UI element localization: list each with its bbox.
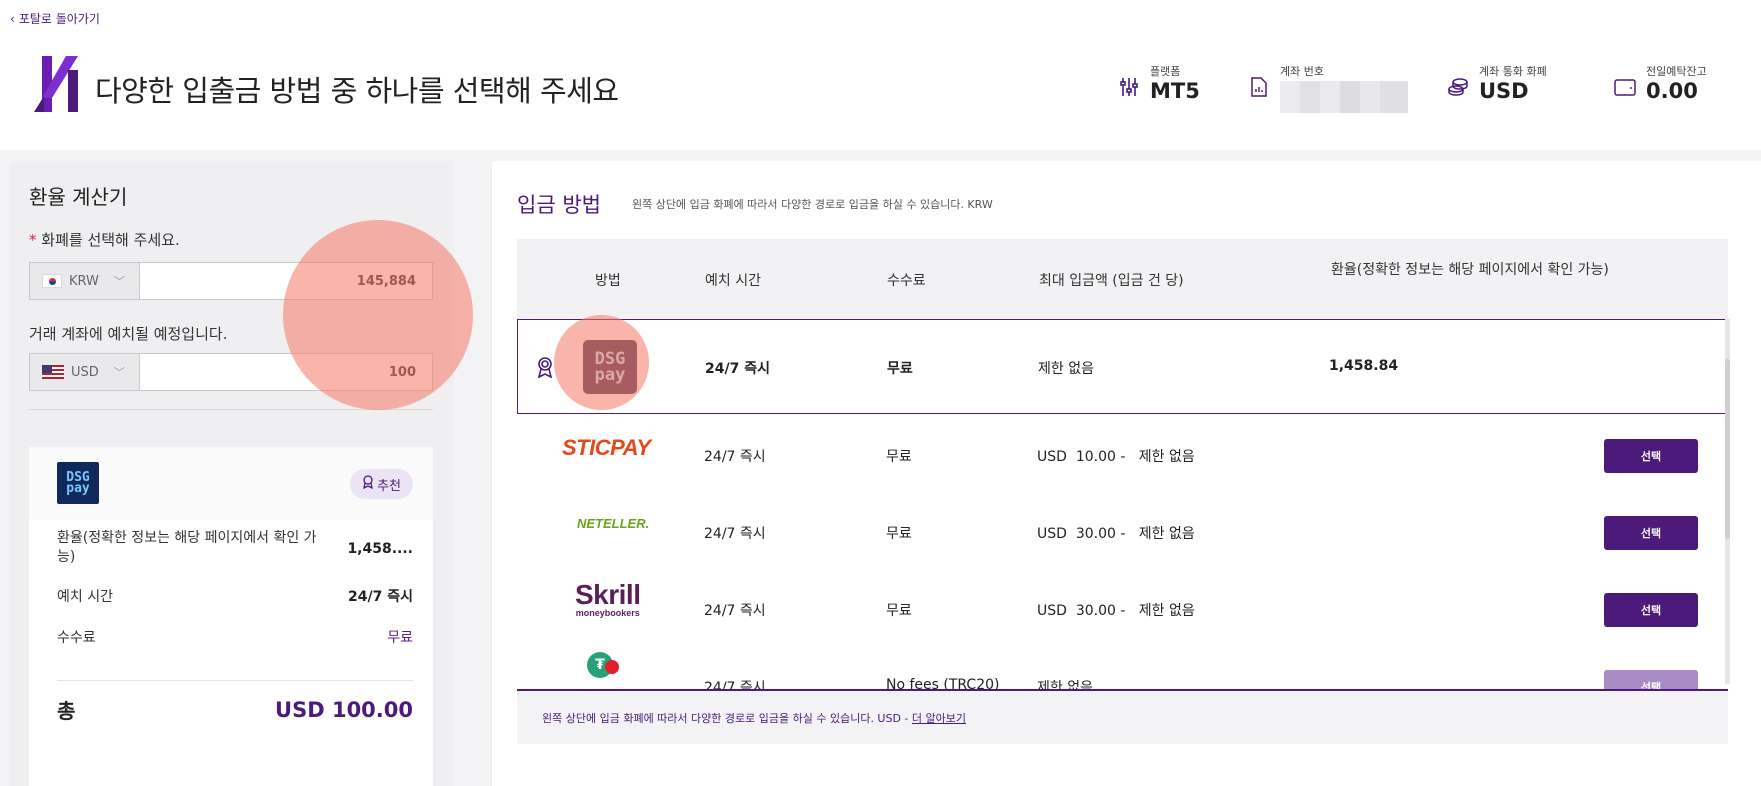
card-time-row: 예치 시간 24/7 즉시	[57, 586, 413, 606]
card-fee-value: 무료	[387, 630, 413, 646]
footer-note: 왼쪽 상단에 입금 화폐에 따라서 다양한 경로로 입금을 하실 수 있습니다.…	[542, 712, 912, 725]
chevron-down-icon: ﹀	[113, 275, 125, 288]
currency-prompt: * 화폐를 선택해 주세요.	[29, 231, 180, 249]
previous-balance-info: 전일예탁잔고 0.00	[1614, 66, 1707, 104]
brand-logo	[34, 56, 78, 112]
award-icon	[536, 356, 554, 382]
deposit-prompt: 거래 계좌에 예치될 예정입니다.	[29, 325, 228, 343]
row-max: 제한 없음	[1037, 680, 1093, 689]
from-currency-select[interactable]: KRW ﹀	[30, 263, 140, 299]
col-method: 방법	[595, 273, 621, 289]
to-amount-field: USD ﹀ 100	[29, 353, 433, 391]
row-fee: 무료	[887, 361, 913, 377]
previous-balance-value: 0.00	[1646, 79, 1698, 103]
account-number-redacted	[1280, 81, 1408, 113]
card-time-label: 예치 시간	[57, 589, 113, 605]
back-to-portal-link[interactable]: ‹ 포탈로 돌아가기	[10, 10, 100, 27]
row-time: 24/7 즉시	[704, 526, 766, 542]
account-number-label: 계좌 번호	[1280, 65, 1324, 78]
wallet-icon	[1614, 76, 1636, 98]
coins-icon	[1447, 76, 1469, 98]
col-fee: 수수료	[887, 273, 926, 289]
tron-icon	[605, 660, 619, 674]
selected-method-card: DSG pay 추천 환율(정확한 정보는 해당 페이지에서 확인 가능) 1,4…	[29, 447, 433, 786]
learn-more-link[interactable]: 더 알아보기	[912, 712, 966, 725]
platform-info: 플랫폼 MT5	[1118, 66, 1200, 104]
sticpay-logo: STICPAY	[562, 435, 651, 460]
to-amount-input[interactable]: 100	[140, 354, 432, 390]
deposit-methods-panel: 입금 방법 왼쪽 상단에 입금 화폐에 따라서 다양한 경로로 입금을 하실 수…	[491, 161, 1761, 786]
award-icon	[362, 475, 374, 493]
from-amount-input[interactable]: 145,884	[140, 263, 432, 299]
page-header: ‹ 포탈로 돌아가기 다양한 입출금 방법 중 하나를 선택해 주세요 플랫폼 …	[0, 0, 1761, 150]
dsg-pay-logo: DSG pay	[57, 462, 99, 504]
methods-note: 왼쪽 상단에 입금 화폐에 따라서 다양한 경로로 입금을 하실 수 있습니다.…	[632, 198, 993, 211]
card-rate-value: 1,458....	[347, 541, 413, 557]
account-currency-info: 계좌 통화 화폐 USD	[1447, 66, 1547, 104]
account-currency-value: USD	[1479, 79, 1529, 103]
row-max: USD 10.00 - 제한 없음	[1037, 449, 1195, 465]
row-fee: 무료	[886, 603, 912, 619]
row-time: 24/7 즉시	[705, 361, 770, 377]
platform-value: MT5	[1150, 79, 1200, 103]
row-max: USD 30.00 - 제한 없음	[1037, 526, 1195, 542]
row-max: 제한 없음	[1038, 361, 1094, 377]
back-label: 포탈로 돌아가기	[18, 12, 100, 26]
page-title: 다양한 입출금 방법 중 하나를 선택해 주세요	[95, 74, 619, 108]
card-fee-row: 수수료 무료	[57, 627, 413, 647]
chevron-left-icon: ‹	[10, 11, 15, 26]
divider	[57, 680, 413, 681]
previous-balance-label: 전일예탁잔고	[1646, 65, 1707, 78]
recommended-badge: 추천	[350, 469, 413, 499]
skrill-logo: Skrill moneybookers	[575, 579, 641, 618]
col-time: 예치 시간	[705, 273, 761, 289]
card-total-label: 총	[57, 699, 76, 723]
select-button[interactable]: 선택	[1604, 439, 1698, 473]
flag-kr-icon	[42, 274, 62, 288]
method-row-neteller[interactable]: NETELLER. 24/7 즉시 무료 USD 30.00 - 제한 없음 선…	[517, 496, 1728, 572]
divider	[29, 409, 433, 410]
sliders-icon	[1118, 76, 1140, 98]
from-amount-field: KRW ﹀ 145,884	[29, 262, 433, 300]
row-time: 24/7 즉시	[704, 449, 766, 465]
row-rate: 1,458.84	[1329, 358, 1399, 374]
methods-footer: 왼쪽 상단에 입금 화폐에 따라서 다양한 경로로 입금을 하실 수 있습니다.…	[517, 689, 1728, 744]
col-rate: 환율(정확한 정보는 해당 페이지에서 확인 가능)	[1331, 262, 1609, 278]
account-currency-label: 계좌 통화 화폐	[1479, 65, 1547, 78]
table-scrollbar[interactable]	[1725, 319, 1730, 684]
document-chart-icon	[1248, 76, 1270, 98]
card-total-value: USD 100.00	[275, 697, 413, 722]
card-rate-label: 환율(정확한 정보는 해당 페이지에서 확인 가능)	[57, 530, 317, 565]
select-button[interactable]: 선택	[1604, 670, 1698, 689]
account-number-info: 계좌 번호	[1248, 66, 1408, 113]
method-row-sticpay[interactable]: STICPAY 24/7 즉시 무료 USD 10.00 - 제한 없음 선택	[517, 419, 1728, 495]
platform-label: 플랫폼	[1150, 65, 1181, 78]
row-time: 24/7 즉시	[704, 680, 766, 689]
to-currency-select[interactable]: USD ﹀	[30, 354, 140, 390]
methods-table-header: 방법 예치 시간 수수료 최대 입금액 (입금 건 당) 환율(정확한 정보는 …	[517, 239, 1728, 319]
row-fee: 무료	[886, 449, 912, 465]
method-row-dsg-pay[interactable]: DSG pay 24/7 즉시 무료 제한 없음 1,458.84	[517, 319, 1728, 414]
neteller-logo: NETELLER.	[577, 516, 650, 531]
calculator-title: 환율 계산기	[29, 185, 128, 209]
card-rate-row: 환율(정확한 정보는 해당 페이지에서 확인 가능) 1,458....	[57, 529, 413, 567]
row-max: USD 30.00 - 제한 없음	[1037, 603, 1195, 619]
card-time-value: 24/7 즉시	[348, 589, 413, 605]
row-fee: 무료	[886, 526, 912, 542]
exchange-calculator: 환율 계산기 * 화폐를 선택해 주세요. KRW ﹀ 145,884 거래 계…	[9, 161, 454, 786]
methods-title: 입금 방법	[517, 193, 601, 217]
method-row-skrill[interactable]: Skrill moneybookers 24/7 즉시 무료 USD 30.00…	[517, 573, 1728, 649]
col-max: 최대 입금액 (입금 건 당)	[1039, 273, 1184, 289]
row-time: 24/7 즉시	[704, 603, 766, 619]
card-total-row: 총 USD 100.00	[57, 695, 413, 724]
select-button[interactable]: 선택	[1604, 516, 1698, 550]
card-fee-label: 수수료	[57, 630, 96, 646]
flag-us-icon	[42, 365, 64, 379]
dsg-pay-logo: DSG pay	[583, 340, 637, 394]
row-fee: No fees (TRC20)	[886, 677, 1000, 689]
select-button[interactable]: 선택	[1604, 593, 1698, 627]
chevron-down-icon: ﹀	[113, 366, 125, 379]
method-row-tether[interactable]: ₮ 24/7 즉시 No fees (TRC20) 제한 없음 선택	[517, 650, 1728, 689]
